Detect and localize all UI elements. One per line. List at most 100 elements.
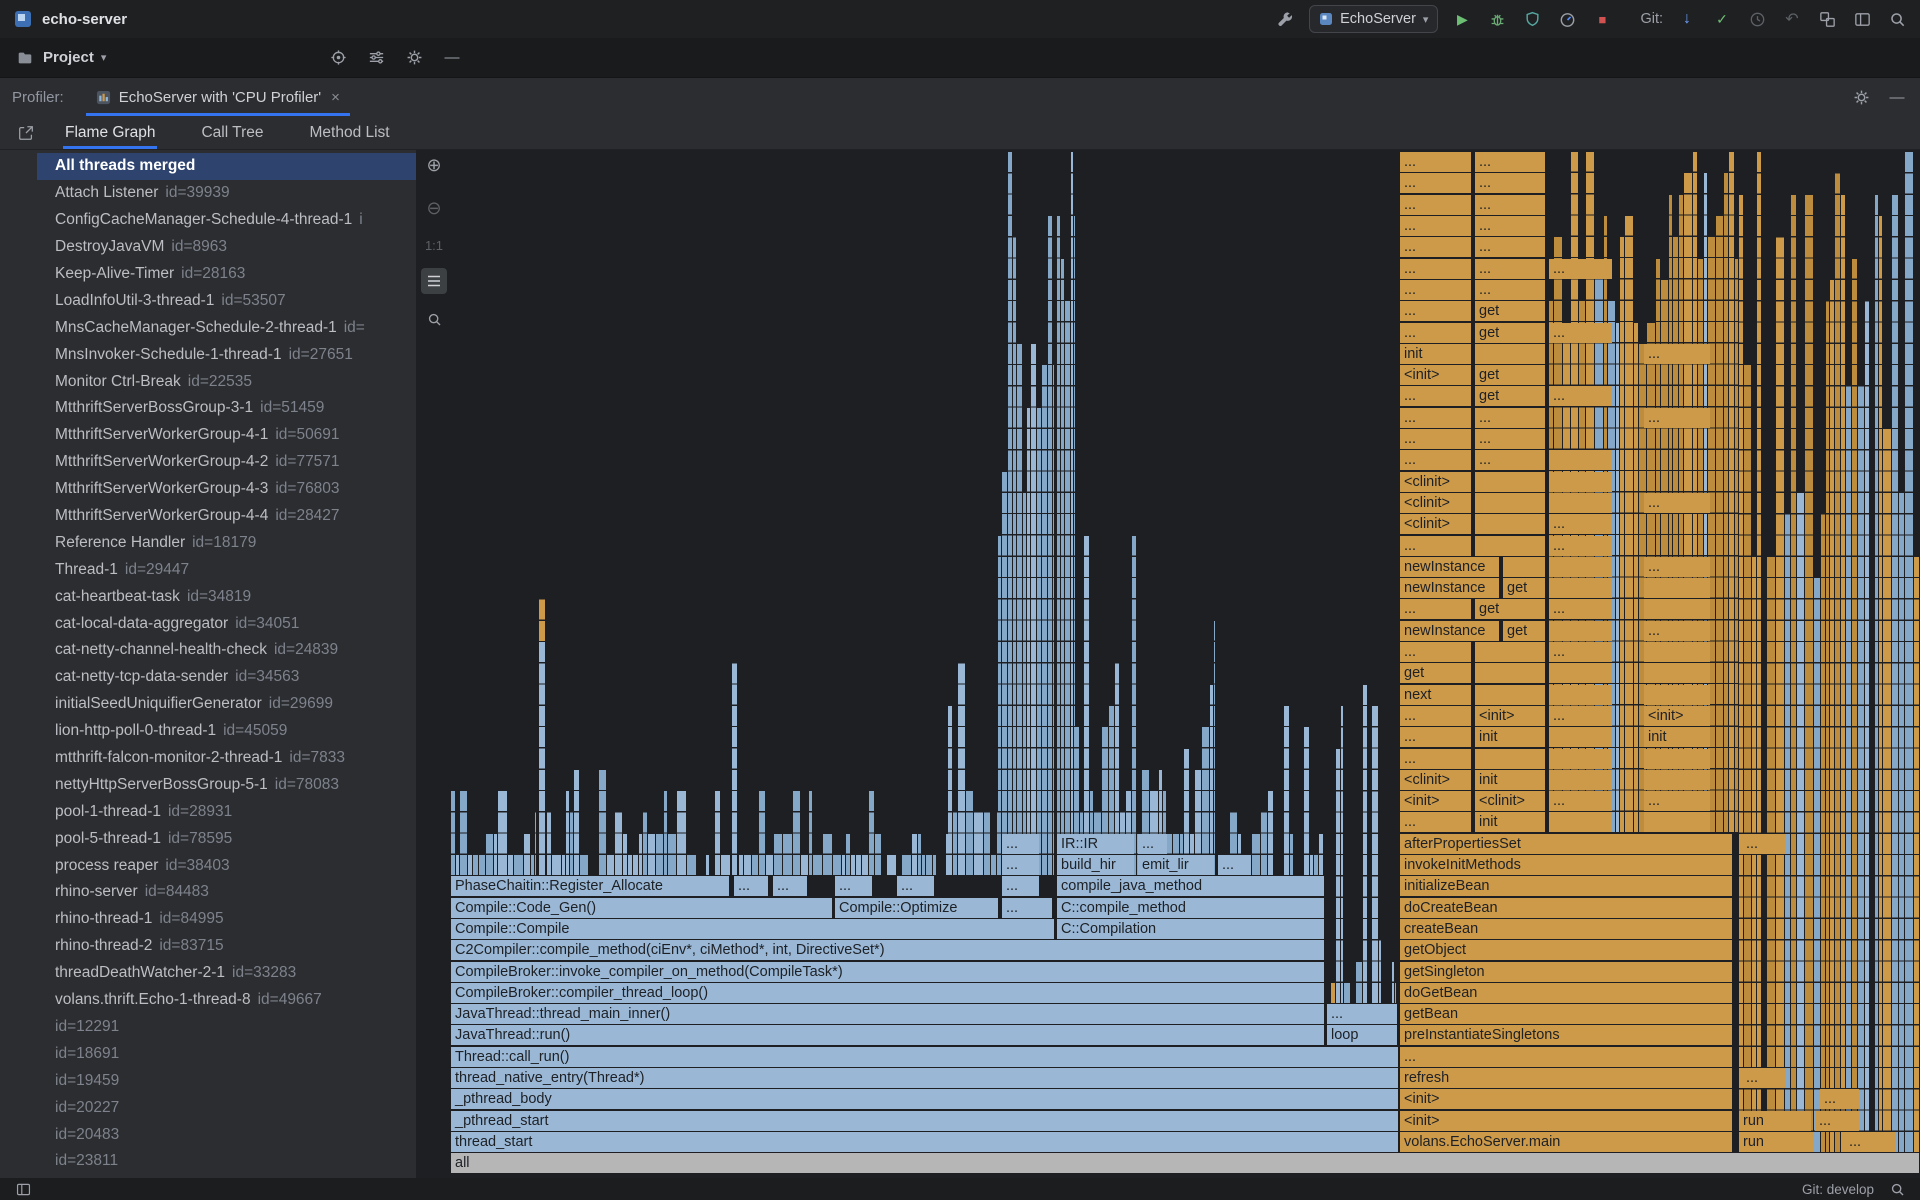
- flame-frame[interactable]: [759, 791, 765, 875]
- flame-frame[interactable]: [991, 855, 996, 875]
- flame-frame[interactable]: [1013, 237, 1016, 875]
- profiler-session-tab[interactable]: EchoServer with 'CPU Profiler' ×: [86, 78, 350, 116]
- flame-frame[interactable]: ...: [1475, 408, 1545, 428]
- flame-frame[interactable]: [793, 791, 800, 875]
- flame-frame[interactable]: [1852, 259, 1857, 1152]
- flame-frame[interactable]: thread_start: [451, 1132, 1398, 1152]
- flame-frame[interactable]: [1767, 557, 1775, 1152]
- flame-frame[interactable]: [1395, 983, 1396, 1003]
- flame-frame[interactable]: init: [1475, 727, 1545, 747]
- flame-frame[interactable]: [846, 834, 850, 875]
- flame-frame[interactable]: [1392, 962, 1394, 1003]
- thread-list-item[interactable]: Attach Listenerid=39939: [0, 180, 416, 207]
- flame-frame[interactable]: createBean: [1400, 919, 1732, 939]
- flame-frame[interactable]: ...: [1002, 876, 1039, 896]
- flame-frame[interactable]: [875, 834, 881, 875]
- flame-frame[interactable]: [721, 855, 730, 875]
- flame-frame[interactable]: <init>: [1644, 706, 1710, 726]
- flame-frame[interactable]: [1031, 344, 1036, 875]
- run-button[interactable]: ▶: [1451, 8, 1473, 30]
- flame-frame[interactable]: [1314, 855, 1318, 875]
- flame-frame[interactable]: [1644, 749, 1710, 769]
- thread-list-toggle-button[interactable]: [421, 268, 447, 294]
- flame-frame[interactable]: preInstantiateSingletons: [1400, 1025, 1732, 1045]
- flame-frame[interactable]: [1363, 685, 1367, 1003]
- thread-list-item[interactable]: Monitor Ctrl-Breakid=22535: [0, 368, 416, 395]
- flame-frame[interactable]: [535, 812, 536, 875]
- flame-frame[interactable]: [498, 791, 507, 875]
- flame-frame[interactable]: <init>: [1400, 791, 1471, 811]
- flame-frame[interactable]: [1475, 642, 1545, 662]
- flame-frame[interactable]: ...: [1327, 1004, 1397, 1024]
- flame-frame[interactable]: _pthread_body: [451, 1089, 1398, 1109]
- flame-frame[interactable]: [1914, 557, 1919, 1152]
- flame-frame[interactable]: ...: [1549, 514, 1612, 534]
- flame-frame[interactable]: ...: [1400, 1047, 1732, 1067]
- flame-frame[interactable]: [1549, 450, 1612, 470]
- flame-frame[interactable]: ...: [835, 876, 872, 896]
- thread-list-item[interactable]: id=20483: [0, 1121, 416, 1148]
- flame-frame[interactable]: ...: [1475, 429, 1545, 449]
- flame-frame[interactable]: ...: [1475, 450, 1545, 470]
- flame-frame[interactable]: [1061, 259, 1064, 875]
- flame-frame[interactable]: doGetBean: [1400, 983, 1732, 1003]
- thread-list-item[interactable]: cat-local-data-aggregatorid=34051: [0, 610, 416, 637]
- flame-frame[interactable]: build_hir: [1057, 855, 1134, 875]
- flame-frame[interactable]: [656, 834, 663, 875]
- thread-list-item[interactable]: pool-5-thread-1id=78595: [0, 825, 416, 852]
- git-update-icon[interactable]: ↓: [1676, 8, 1698, 30]
- flame-frame[interactable]: ...: [1549, 599, 1612, 619]
- flame-frame[interactable]: ...: [1138, 834, 1167, 854]
- flame-frame[interactable]: [1644, 642, 1710, 662]
- flame-frame[interactable]: ...: [1400, 599, 1471, 619]
- flame-frame[interactable]: run: [1739, 1132, 1814, 1152]
- thread-list-item[interactable]: rhino-thread-1id=84995: [0, 906, 416, 933]
- flame-frame[interactable]: [966, 791, 973, 875]
- flame-frame[interactable]: [766, 855, 773, 875]
- flame-frame[interactable]: [570, 812, 573, 875]
- wrench-icon[interactable]: [1274, 8, 1296, 30]
- flame-frame[interactable]: initializeBean: [1400, 876, 1732, 896]
- flame-frame[interactable]: [1475, 514, 1545, 534]
- flame-frame[interactable]: [1475, 344, 1545, 364]
- flame-frame[interactable]: [1084, 536, 1089, 876]
- flame-frame[interactable]: thread_native_entry(Thread*): [451, 1068, 1398, 1088]
- flame-frame[interactable]: get: [1475, 323, 1545, 343]
- thread-list-item[interactable]: Keep-Alive-Timerid=28163: [0, 261, 416, 288]
- flame-frame[interactable]: [1549, 557, 1612, 577]
- flame-frame[interactable]: [856, 855, 861, 875]
- flame-frame[interactable]: [1826, 301, 1829, 1152]
- chevron-down-icon[interactable]: ▾: [101, 51, 107, 64]
- flame-frame[interactable]: [1475, 663, 1545, 683]
- thread-list-item[interactable]: MtthriftServerWorkerGroup-4-4id=28427: [0, 503, 416, 530]
- thread-list-item[interactable]: rhino-thread-2id=83715: [0, 933, 416, 960]
- zoom-out-button[interactable]: ⊖: [421, 195, 447, 221]
- flame-frame[interactable]: ...: [1644, 408, 1710, 428]
- flame-frame[interactable]: ...: [1475, 216, 1545, 236]
- flame-frame[interactable]: ...: [1400, 536, 1471, 556]
- flame-frame[interactable]: [1865, 301, 1869, 1152]
- flame-frame[interactable]: [1549, 621, 1612, 641]
- flame-frame[interactable]: [668, 834, 676, 875]
- flame-frame[interactable]: [783, 834, 792, 875]
- flame-frame[interactable]: [851, 855, 855, 875]
- flame-frame[interactable]: <init>: [1400, 365, 1471, 385]
- profiler-gauge-icon[interactable]: [1556, 8, 1578, 30]
- flame-frame[interactable]: [902, 855, 911, 875]
- flame-frame[interactable]: [1549, 578, 1612, 598]
- flame-frame[interactable]: [1744, 365, 1751, 1152]
- minimize-icon[interactable]: —: [441, 47, 463, 69]
- flame-frame[interactable]: [1023, 493, 1026, 875]
- flame-frame[interactable]: get: [1503, 578, 1545, 598]
- flame-frame[interactable]: [1341, 706, 1343, 1003]
- flame-frame[interactable]: ...: [1400, 323, 1471, 343]
- flame-frame[interactable]: [1053, 365, 1054, 875]
- flame-frame[interactable]: [1821, 514, 1825, 1152]
- thread-list-item[interactable]: MtthriftServerBossGroup-3-1id=51459: [0, 395, 416, 422]
- flame-frame[interactable]: ...: [1400, 642, 1471, 662]
- flame-frame[interactable]: run: [1739, 1111, 1811, 1131]
- thread-list-item[interactable]: MtthriftServerWorkerGroup-4-2id=77571: [0, 449, 416, 476]
- flame-frame[interactable]: [1735, 259, 1738, 833]
- flame-frame[interactable]: [607, 855, 614, 875]
- thread-list-item[interactable]: Reference Handlerid=18179: [0, 529, 416, 556]
